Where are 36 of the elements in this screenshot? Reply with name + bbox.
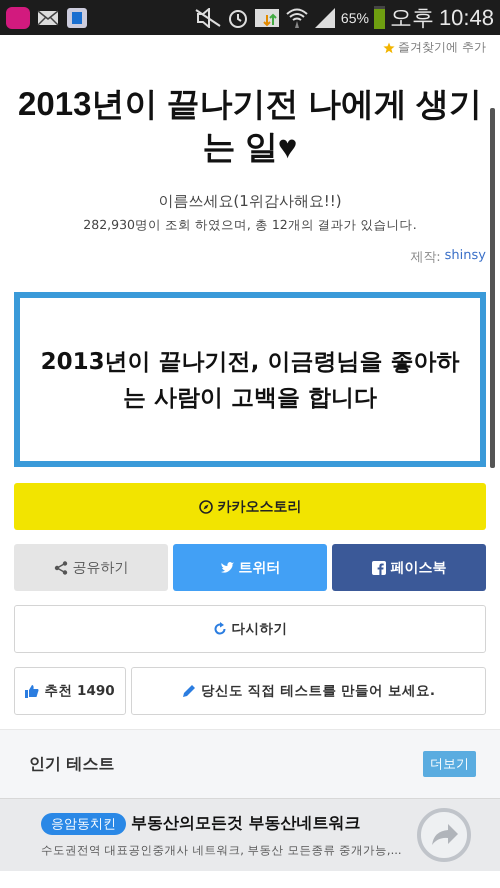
battery-icon	[374, 6, 385, 29]
share-button[interactable]: 공유하기	[14, 544, 168, 591]
refresh-icon	[212, 622, 226, 636]
mute-icon	[194, 8, 222, 28]
subtitle: 이름쓰세요(1위감사해요!!)	[157, 192, 343, 211]
story-icon	[198, 500, 212, 514]
make-test-button[interactable]: 당신도 직접 테스트를 만들어 보세요.	[131, 667, 486, 715]
add-favorite-link[interactable]: 즐겨찾기에 추가	[383, 39, 486, 56]
kakaostory-button[interactable]: 카카오스토리	[14, 483, 486, 530]
facebook-icon	[372, 560, 386, 574]
share-icon	[54, 560, 68, 574]
star-icon	[383, 42, 396, 54]
battery-percentage: 65%	[340, 10, 369, 26]
facebook-button[interactable]: 페이스북	[332, 544, 486, 591]
app-icon	[66, 6, 88, 28]
result-text: 2013년이 끝나기전, 이금령님을 좋아하는 사람이 고백을 합니다	[40, 348, 460, 412]
retry-button[interactable]: 다시하기	[14, 605, 486, 653]
bird-icon	[220, 560, 234, 574]
ad-title: 부동산의모든것 부동산네트워크	[131, 813, 361, 834]
recommend-button[interactable]: 추천 1490	[14, 667, 126, 715]
data-transfer-icon	[254, 6, 280, 28]
ad-tag: 응암동치킨	[41, 812, 126, 834]
envelope-icon	[37, 10, 59, 26]
view-count-text: 282,930명이 조회 하였으며, 총 12개의 결과가 있습니다.	[82, 217, 418, 234]
author-link[interactable]: shinsy	[444, 248, 486, 266]
author-label: 제작:	[410, 249, 441, 266]
wifi-icon	[284, 6, 309, 28]
time-period: 오후	[390, 4, 434, 32]
ad-banner[interactable]: 응암동치킨 부동산의모든것 부동산네트워크 수도권전역 대표공인중개사 네트워크, 부동산 모든종류 중개가능,...	[0, 798, 500, 871]
clock: 10:48	[438, 4, 494, 30]
pencil-icon	[182, 684, 196, 698]
thumbs-up-icon	[25, 684, 40, 698]
ad-description: 수도권전역 대표공인중개사 네트워크, 부동산 모든종류 중개가능,...	[41, 842, 402, 858]
test-title: 2013년이 끝나기전 나에게 생기는 일♥	[18, 84, 482, 167]
signal-icon	[314, 6, 336, 28]
section-title: 인기 테스트	[29, 754, 115, 774]
